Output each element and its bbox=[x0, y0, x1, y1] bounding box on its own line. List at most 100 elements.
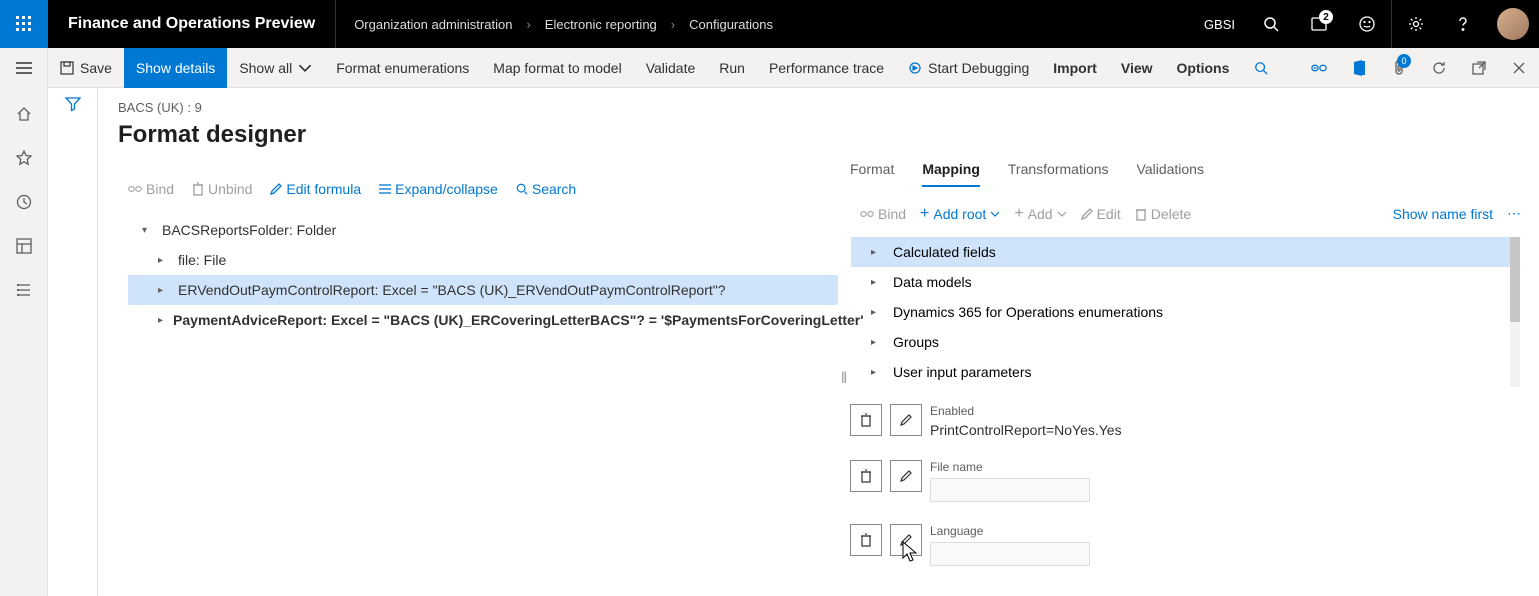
search-icon[interactable] bbox=[1247, 0, 1295, 48]
crumb-2[interactable]: Configurations bbox=[689, 17, 773, 32]
crumb-0[interactable]: Organization administration bbox=[354, 17, 512, 32]
hamburger-icon[interactable] bbox=[16, 62, 32, 74]
start-debugging-button[interactable]: Start Debugging bbox=[896, 48, 1041, 88]
chevron-down-icon bbox=[1057, 211, 1067, 217]
ds-user-params[interactable]: ▸User input parameters bbox=[851, 357, 1520, 387]
office-icon[interactable] bbox=[1339, 48, 1379, 88]
save-button[interactable]: Save bbox=[48, 48, 124, 88]
main-content: BACS (UK) : 9 Format designer Bind Unbin… bbox=[98, 88, 1539, 596]
delete-enabled-button[interactable] bbox=[850, 404, 882, 436]
popout-icon[interactable] bbox=[1459, 48, 1499, 88]
help-icon[interactable] bbox=[1439, 0, 1487, 48]
recent-icon[interactable] bbox=[0, 182, 48, 222]
edit-button[interactable]: Edit bbox=[1081, 206, 1121, 222]
performance-trace-button[interactable]: Performance trace bbox=[757, 48, 896, 88]
cmd-search-icon[interactable] bbox=[1241, 48, 1281, 88]
tree-search-button[interactable]: Search bbox=[516, 181, 576, 197]
unbind-button[interactable]: Unbind bbox=[192, 181, 252, 197]
add-button[interactable]: +Add bbox=[1014, 206, 1066, 222]
run-button[interactable]: Run bbox=[707, 48, 757, 88]
close-icon[interactable] bbox=[1499, 48, 1539, 88]
tree-row-payment[interactable]: ▸ PaymentAdviceReport: Excel = "BACS (UK… bbox=[128, 305, 838, 335]
config-path: BACS (UK) : 9 bbox=[118, 100, 1539, 115]
tree-row-file[interactable]: ▸ file: File bbox=[128, 245, 838, 275]
delete-filename-button[interactable] bbox=[850, 460, 882, 492]
scrollbar-thumb[interactable] bbox=[1510, 237, 1520, 322]
app-title: Finance and Operations Preview bbox=[48, 0, 336, 48]
attachments-badge: 0 bbox=[1397, 54, 1411, 68]
modules-icon[interactable] bbox=[0, 270, 48, 310]
tree-root[interactable]: ▾ BACSReportsFolder: Folder bbox=[128, 215, 838, 245]
delete-button[interactable]: Delete bbox=[1135, 206, 1191, 222]
language-input[interactable] bbox=[930, 542, 1090, 566]
show-details-button[interactable]: Show details bbox=[124, 48, 227, 88]
view-button[interactable]: View bbox=[1109, 48, 1165, 88]
format-enumerations-button[interactable]: Format enumerations bbox=[324, 48, 481, 88]
attachments-icon[interactable]: 0 bbox=[1379, 48, 1419, 88]
caret-down-icon: ▾ bbox=[142, 225, 152, 236]
chevron-down-icon bbox=[990, 211, 1000, 217]
star-icon[interactable] bbox=[0, 138, 48, 178]
gear-icon[interactable] bbox=[1391, 0, 1439, 48]
legal-entity[interactable]: GBSI bbox=[1192, 17, 1247, 32]
link-icon[interactable] bbox=[1299, 48, 1339, 88]
map-format-button[interactable]: Map format to model bbox=[481, 48, 633, 88]
edit-language-button[interactable] bbox=[890, 524, 922, 556]
crumb-1[interactable]: Electronic reporting bbox=[545, 17, 657, 32]
bind-button[interactable]: Bind bbox=[128, 181, 174, 197]
smiley-icon[interactable] bbox=[1343, 0, 1391, 48]
ds-d365-enum[interactable]: ▸Dynamics 365 for Operations enumeration… bbox=[851, 297, 1520, 327]
enabled-label: Enabled bbox=[930, 404, 1122, 418]
delete-language-button[interactable] bbox=[850, 524, 882, 556]
tab-transformations[interactable]: Transformations bbox=[1008, 161, 1109, 187]
right-pane: Format Mapping Transformations Validatio… bbox=[850, 161, 1539, 596]
show-details-label: Show details bbox=[136, 60, 215, 76]
filter-icon[interactable] bbox=[65, 96, 81, 596]
map-bind-button[interactable]: Bind bbox=[860, 206, 906, 222]
ds-calculated-fields[interactable]: ▸Calculated fields bbox=[851, 237, 1520, 267]
filter-column bbox=[48, 88, 98, 596]
topbar-right: GBSI 2 bbox=[1192, 0, 1539, 48]
mapping-toolbar: Bind +Add root +Add Edit Delete Show nam… bbox=[850, 205, 1521, 222]
validate-button[interactable]: Validate bbox=[634, 48, 708, 88]
tree-row-ervend[interactable]: ▸ ERVendOutPaymControlReport: Excel = "B… bbox=[128, 275, 838, 305]
ds-groups[interactable]: ▸Groups bbox=[851, 327, 1520, 357]
tab-format[interactable]: Format bbox=[850, 161, 894, 187]
chevron-down-icon bbox=[298, 61, 312, 75]
prop-filename: File name bbox=[850, 460, 1521, 502]
more-icon[interactable]: ⋯ bbox=[1507, 205, 1521, 222]
caret-right-icon: ▸ bbox=[158, 315, 163, 326]
edit-filename-button[interactable] bbox=[890, 460, 922, 492]
tab-mapping[interactable]: Mapping bbox=[922, 161, 980, 187]
format-tree: ▾ BACSReportsFolder: Folder ▸ file: File… bbox=[118, 215, 838, 335]
filename-input[interactable] bbox=[930, 478, 1090, 502]
add-root-button[interactable]: +Add root bbox=[920, 206, 1000, 222]
show-name-first-button[interactable]: Show name first bbox=[1393, 206, 1493, 222]
import-button[interactable]: Import bbox=[1041, 48, 1109, 88]
datasource-tree: ▸Calculated fields ▸Data models ▸Dynamic… bbox=[850, 236, 1521, 388]
breadcrumb: Organization administration › Electronic… bbox=[336, 17, 773, 32]
show-all-button[interactable]: Show all bbox=[227, 48, 324, 88]
edit-formula-button[interactable]: Edit formula bbox=[270, 181, 361, 197]
ds-data-models[interactable]: ▸Data models bbox=[851, 267, 1520, 297]
notifications-icon[interactable]: 2 bbox=[1295, 0, 1343, 48]
enabled-value: PrintControlReport=NoYes.Yes bbox=[930, 422, 1122, 438]
chevron-right-icon: › bbox=[671, 17, 675, 32]
refresh-icon[interactable] bbox=[1419, 48, 1459, 88]
tab-validations[interactable]: Validations bbox=[1137, 161, 1204, 187]
edit-enabled-button[interactable] bbox=[890, 404, 922, 436]
avatar[interactable] bbox=[1497, 8, 1529, 40]
workspaces-icon[interactable] bbox=[0, 226, 48, 266]
home-icon[interactable] bbox=[0, 94, 48, 134]
caret-right-icon: ▸ bbox=[871, 337, 881, 348]
left-nav bbox=[0, 88, 48, 596]
splitter[interactable]: ‖ bbox=[838, 161, 850, 596]
options-button[interactable]: Options bbox=[1165, 48, 1242, 88]
hamburger-slot bbox=[0, 48, 48, 88]
format-toolbar: Bind Unbind Edit formula Expand/collapse… bbox=[118, 181, 838, 197]
prop-language: Language bbox=[850, 524, 1521, 566]
show-all-label: Show all bbox=[239, 60, 292, 76]
expand-collapse-button[interactable]: Expand/collapse bbox=[379, 181, 498, 197]
app-launcher[interactable] bbox=[0, 0, 48, 48]
property-list: Enabled PrintControlReport=NoYes.Yes Fil… bbox=[850, 404, 1521, 566]
